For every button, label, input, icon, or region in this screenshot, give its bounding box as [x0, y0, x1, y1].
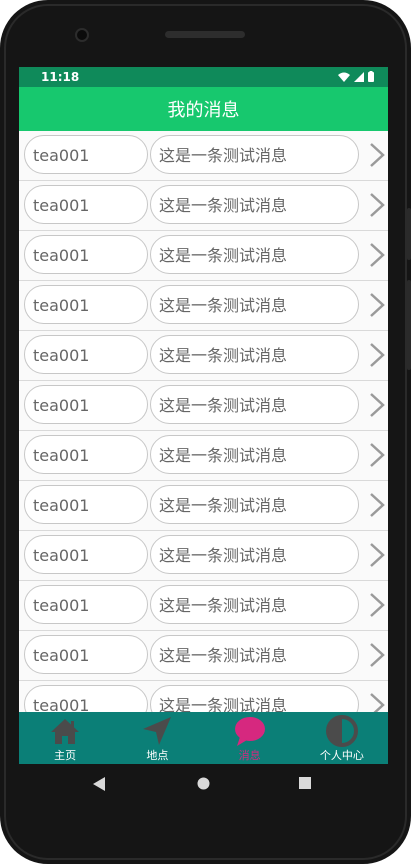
message-field[interactable]: 这是一条测试消息: [150, 535, 359, 574]
message-row[interactable]: tea001 这是一条测试消息: [19, 381, 388, 431]
navigation-arrow-icon: [143, 717, 172, 745]
message-field[interactable]: 这是一条测试消息: [150, 285, 359, 324]
sender-field[interactable]: tea001: [24, 535, 148, 574]
message-row[interactable]: tea001 这是一条测试消息: [19, 531, 388, 581]
nav-home[interactable]: 主页: [19, 712, 111, 764]
chevron-right-icon[interactable]: [369, 492, 385, 518]
chevron-right-icon[interactable]: [369, 342, 385, 368]
sender-field[interactable]: tea001: [24, 485, 148, 524]
message-field[interactable]: 这是一条测试消息: [150, 185, 359, 224]
message-field[interactable]: 这是一条测试消息: [150, 385, 359, 424]
nav-location[interactable]: 地点: [111, 712, 203, 764]
signal-icon: [354, 71, 364, 82]
sender-field[interactable]: tea001: [24, 435, 148, 474]
chevron-right-icon[interactable]: [369, 192, 385, 218]
message-field[interactable]: 这是一条测试消息: [150, 135, 359, 174]
nav-label: 消息: [238, 749, 261, 762]
message-row[interactable]: tea001 这是一条测试消息: [19, 281, 388, 331]
chevron-right-icon[interactable]: [369, 592, 385, 618]
message-row[interactable]: tea001 这是一条测试消息: [19, 181, 388, 231]
message-row[interactable]: tea001 这是一条测试消息: [19, 481, 388, 531]
back-icon[interactable]: [93, 777, 105, 791]
status-bar: 11:18: [19, 67, 388, 87]
nav-messages[interactable]: 消息: [204, 712, 296, 764]
message-row[interactable]: tea001 这是一条测试消息: [19, 681, 388, 712]
earpiece-speaker: [165, 31, 245, 38]
sender-field[interactable]: tea001: [24, 335, 148, 374]
page-title: 我的消息: [167, 100, 240, 121]
message-row[interactable]: tea001 这是一条测试消息: [19, 231, 388, 281]
volume-button: [407, 208, 411, 260]
phone-frame: 11:18 我的消息 tea001 这是一条测试消息 tea001 这是一条测试…: [0, 0, 411, 864]
bottom-navigation: 主页 地点 消息 个人中心: [19, 712, 388, 764]
message-field[interactable]: 这是一条测试消息: [150, 435, 359, 474]
recents-icon[interactable]: [299, 777, 311, 789]
message-field[interactable]: 这是一条测试消息: [150, 685, 359, 712]
chevron-right-icon[interactable]: [369, 642, 385, 668]
home-icon: [51, 719, 80, 744]
chevron-right-icon[interactable]: [369, 292, 385, 318]
message-list[interactable]: tea001 这是一条测试消息 tea001 这是一条测试消息 tea001 这…: [19, 131, 388, 712]
sender-field[interactable]: tea001: [24, 385, 148, 424]
message-field[interactable]: 这是一条测试消息: [150, 635, 359, 674]
sender-field[interactable]: tea001: [24, 685, 148, 712]
battery-icon: [368, 71, 374, 82]
message-row[interactable]: tea001 这是一条测试消息: [19, 131, 388, 181]
sender-field[interactable]: tea001: [24, 235, 148, 274]
half-circle-icon: [325, 715, 358, 747]
chevron-right-icon[interactable]: [369, 692, 385, 712]
sender-field[interactable]: tea001: [24, 285, 148, 324]
chevron-right-icon[interactable]: [369, 242, 385, 268]
chat-bubble-icon: [234, 717, 265, 746]
front-camera: [75, 28, 89, 42]
message-row[interactable]: tea001 这是一条测试消息: [19, 331, 388, 381]
nav-label: 主页: [54, 749, 77, 762]
system-navigation-bar: [19, 764, 388, 806]
wifi-icon: [338, 72, 350, 82]
sender-field[interactable]: tea001: [24, 185, 148, 224]
app-screen: 11:18 我的消息 tea001 这是一条测试消息 tea001 这是一条测试…: [19, 67, 388, 764]
app-bar: 我的消息: [19, 87, 388, 131]
message-field[interactable]: 这是一条测试消息: [150, 235, 359, 274]
status-time: 11:18: [41, 70, 80, 84]
chevron-right-icon[interactable]: [369, 542, 385, 568]
message-row[interactable]: tea001 这是一条测试消息: [19, 581, 388, 631]
status-icons: [338, 71, 374, 82]
chevron-right-icon[interactable]: [369, 442, 385, 468]
chevron-right-icon[interactable]: [369, 392, 385, 418]
message-field[interactable]: 这是一条测试消息: [150, 335, 359, 374]
sender-field[interactable]: tea001: [24, 585, 148, 624]
message-field[interactable]: 这是一条测试消息: [150, 585, 359, 624]
sender-field[interactable]: tea001: [24, 135, 148, 174]
chevron-right-icon[interactable]: [369, 142, 385, 168]
nav-profile[interactable]: 个人中心: [296, 712, 388, 764]
sender-field[interactable]: tea001: [24, 635, 148, 674]
home-circle-icon[interactable]: [197, 777, 210, 790]
power-button: [407, 280, 411, 370]
nav-label: 个人中心: [319, 749, 364, 762]
message-field[interactable]: 这是一条测试消息: [150, 485, 359, 524]
message-row[interactable]: tea001 这是一条测试消息: [19, 431, 388, 481]
nav-label: 地点: [146, 749, 169, 762]
message-row[interactable]: tea001 这是一条测试消息: [19, 631, 388, 681]
